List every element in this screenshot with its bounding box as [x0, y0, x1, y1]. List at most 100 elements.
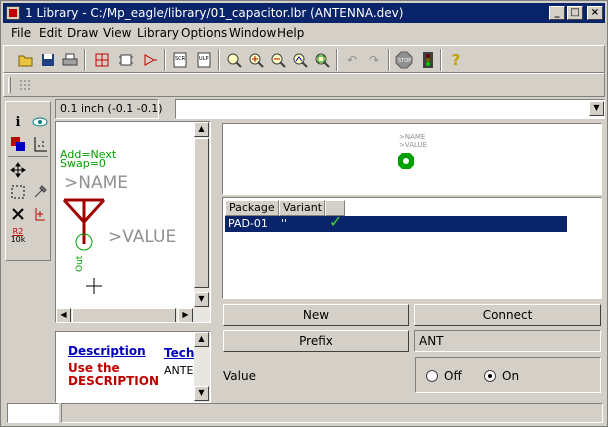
change-icon[interactable]	[30, 182, 50, 202]
preview-name: >NAME	[399, 133, 426, 141]
menu-window[interactable]: Window	[229, 26, 276, 40]
pin-name: Out	[75, 255, 85, 272]
description-panel: Description Use the DESCRIPTION Tech ANT…	[55, 331, 211, 403]
name-placeholder: >NAME	[64, 173, 128, 193]
svg-text:STOP: STOP	[398, 58, 411, 64]
show-icon[interactable]	[30, 112, 50, 132]
zoom-in-icon[interactable]	[246, 50, 266, 70]
package-preview: >NAME >VALUE	[222, 123, 602, 195]
value-off-label[interactable]: Off	[444, 369, 462, 383]
description-link[interactable]: Description	[68, 344, 146, 358]
new-button[interactable]: New	[223, 304, 409, 326]
desc-scroll-down-button[interactable]: ▼	[194, 386, 209, 401]
menu-draw[interactable]: Draw	[67, 26, 98, 40]
row-package: PAD-01	[228, 217, 268, 230]
status-bar	[3, 401, 605, 425]
window-title: 1 Library - C:/Mp_eagle/library/01_capac…	[25, 6, 404, 20]
toolbar-grip[interactable]	[8, 77, 11, 93]
menu-bar: File Edit Draw View Library Options Wind…	[3, 24, 605, 44]
scroll-up-button[interactable]: ▲	[194, 122, 209, 137]
maximize-button[interactable]: □	[567, 6, 583, 20]
delete-icon[interactable]	[8, 204, 28, 224]
value-tool-icon[interactable]: R2 10k	[8, 226, 28, 246]
main-toolbar: SCR ULP ↶ ↷ STOP ?	[3, 45, 605, 73]
hscroll-thumb[interactable]	[72, 308, 176, 322]
undo-icon[interactable]: ↶	[342, 50, 362, 70]
zoom-select-icon[interactable]	[312, 50, 332, 70]
svg-text:SCR: SCR	[175, 56, 186, 62]
row-variant: ''	[281, 217, 288, 230]
open-icon[interactable]	[16, 50, 36, 70]
technology-value: ANTE	[164, 364, 194, 377]
library-window: 1 Library - C:/Mp_eagle/library/01_capac…	[0, 0, 608, 427]
value-on-label[interactable]: On	[502, 369, 519, 383]
pad-preview	[398, 153, 414, 169]
redo-icon[interactable]: ↷	[364, 50, 384, 70]
status-indicator	[7, 403, 59, 423]
package-icon[interactable]	[116, 50, 136, 70]
menu-view[interactable]: View	[103, 26, 131, 40]
minimize-button[interactable]: _	[549, 6, 565, 20]
prefix-button[interactable]: Prefix	[223, 330, 409, 352]
menu-options[interactable]: Options	[181, 26, 227, 40]
scroll-down-button[interactable]: ▼	[194, 292, 209, 307]
scroll-left-button[interactable]: ◀	[56, 308, 71, 322]
value-on-radio[interactable]	[484, 370, 496, 382]
symbol-canvas[interactable]: Add=Next Swap=0 >NAME Out >VALUE ▲ ▼ ◀ ▶	[55, 121, 211, 323]
scroll-right-button[interactable]: ▶	[178, 308, 193, 322]
menu-edit[interactable]: Edit	[39, 26, 62, 40]
close-button[interactable]: ×	[587, 6, 603, 20]
value-off-radio[interactable]	[426, 370, 438, 382]
group-icon[interactable]	[8, 182, 28, 202]
horizontal-splitter[interactable]	[55, 325, 211, 329]
scroll-thumb[interactable]	[194, 138, 209, 288]
menu-library[interactable]: Library	[137, 26, 179, 40]
column-variant[interactable]: Variant	[279, 200, 325, 216]
zoom-out-icon[interactable]	[268, 50, 288, 70]
canvas-vscroll[interactable]: ▲ ▼	[194, 122, 210, 322]
device-icon[interactable]	[92, 50, 112, 70]
move-icon[interactable]	[8, 160, 28, 180]
command-input[interactable]	[175, 99, 605, 119]
check-icon: ✓	[329, 212, 343, 231]
description-text: Use the DESCRIPTION	[68, 361, 160, 388]
display-layers-icon[interactable]	[8, 134, 28, 154]
value-radio-group: Off On	[415, 357, 601, 393]
script-icon[interactable]: SCR	[170, 50, 190, 70]
swaplevel-text: Swap=0	[60, 157, 106, 170]
technologies-link[interactable]: Tech	[164, 346, 194, 360]
value-placeholder: >VALUE	[108, 227, 176, 247]
table-row[interactable]: PAD-01 '' ✓	[225, 212, 567, 232]
value-label: Value	[223, 369, 256, 383]
description-vscroll[interactable]: ▲ ▼	[194, 332, 210, 402]
grid-icon[interactable]	[18, 78, 34, 94]
print-icon[interactable]	[60, 50, 80, 70]
tool-palette: i R2 10k	[5, 101, 51, 261]
ulp-icon[interactable]: ULP	[194, 50, 214, 70]
menu-file[interactable]: File	[11, 26, 31, 40]
package-variant-table: Package Variant PAD-01 '' ✓	[222, 197, 602, 299]
go-icon[interactable]	[418, 50, 438, 70]
save-icon[interactable]	[38, 50, 58, 70]
preview-value: >VALUE	[399, 141, 428, 149]
help-icon[interactable]: ?	[446, 50, 466, 70]
desc-scroll-up-button[interactable]: ▲	[194, 332, 209, 347]
zoom-fit-icon[interactable]	[224, 50, 244, 70]
app-icon[interactable]	[6, 6, 20, 20]
value-tool-sublabel: 10k	[10, 235, 26, 244]
menu-help[interactable]: Help	[277, 26, 304, 40]
title-bar[interactable]: 1 Library - C:/Mp_eagle/library/01_capac…	[3, 3, 605, 23]
symbol-icon[interactable]	[140, 50, 160, 70]
stop-icon[interactable]: STOP	[394, 50, 414, 70]
connect-button[interactable]: Connect	[414, 304, 601, 326]
command-history-dropdown[interactable]: ▼	[589, 101, 604, 116]
zoom-redraw-icon[interactable]	[290, 50, 310, 70]
vertical-splitter[interactable]	[213, 123, 219, 401]
canvas-hscroll[interactable]: ◀ ▶	[56, 308, 194, 322]
mark-icon[interactable]	[30, 134, 50, 154]
coordinate-readout: 0.1 inch (-0.1 -0.1)	[55, 99, 163, 119]
prefix-field: ANT	[414, 330, 601, 352]
info-icon[interactable]: i	[8, 112, 28, 132]
add-icon[interactable]	[30, 204, 50, 224]
column-package[interactable]: Package	[225, 200, 279, 216]
